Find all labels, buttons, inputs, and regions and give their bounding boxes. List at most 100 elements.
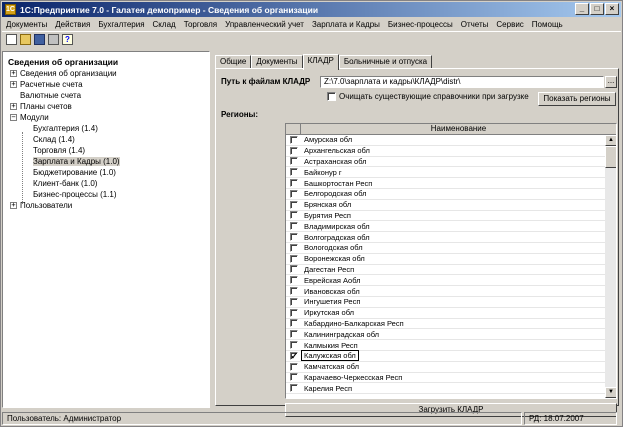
menu-item[interactable]: Бухгалтерия xyxy=(94,20,148,29)
region-checkbox[interactable] xyxy=(289,287,298,296)
scroll-down-icon[interactable]: ▼ xyxy=(605,387,616,398)
menu-item[interactable]: Сервис xyxy=(492,20,527,29)
region-checkbox[interactable] xyxy=(289,243,298,252)
region-checkbox[interactable] xyxy=(289,384,298,393)
region-checkbox[interactable] xyxy=(289,233,298,242)
tree-item[interactable]: − Модули xyxy=(3,112,209,123)
table-row[interactable]: Брянская обл xyxy=(286,200,616,211)
show-regions-button[interactable]: Показать регионы xyxy=(538,92,616,106)
tree-item[interactable]: Бюджетирование (1.0) xyxy=(3,167,209,178)
region-checkbox[interactable] xyxy=(289,276,298,285)
table-row[interactable]: Дагестан Респ xyxy=(286,265,616,276)
tab[interactable]: Больничные и отпуска xyxy=(338,55,433,69)
table-row[interactable]: Бурятия Респ xyxy=(286,211,616,222)
region-checkbox[interactable]: ✓ xyxy=(289,351,298,360)
region-checkbox[interactable] xyxy=(289,168,298,177)
open-icon[interactable] xyxy=(20,34,31,45)
menu-item[interactable]: Торговля xyxy=(180,20,221,29)
help-icon[interactable]: ? xyxy=(62,34,73,45)
table-row[interactable]: Карелия Респ xyxy=(286,383,616,395)
menu-item[interactable]: Бизнес-процессы xyxy=(384,20,457,29)
menu-item[interactable]: Управленческий учет xyxy=(221,20,308,29)
region-checkbox[interactable] xyxy=(289,200,298,209)
tab[interactable]: Документы xyxy=(251,55,303,69)
region-checkbox[interactable] xyxy=(289,222,298,231)
menu-item[interactable]: Действия xyxy=(51,20,94,29)
save-icon[interactable] xyxy=(34,34,45,45)
clear-directories-checkbox[interactable] xyxy=(327,92,336,101)
table-row[interactable]: Волгоградская обл xyxy=(286,232,616,243)
region-checkbox[interactable] xyxy=(289,297,298,306)
table-row[interactable]: Астраханская обл xyxy=(286,157,616,168)
menu-item[interactable]: Отчеты xyxy=(457,20,493,29)
tree-item[interactable]: Торговля (1.4) xyxy=(3,145,209,156)
tree-item[interactable]: Валютные счета xyxy=(3,90,209,101)
expand-icon[interactable]: + xyxy=(10,202,17,209)
close-button[interactable]: × xyxy=(605,3,619,15)
region-checkbox[interactable] xyxy=(289,211,298,220)
region-checkbox[interactable] xyxy=(289,146,298,155)
clear-directories-option[interactable]: Очищать существующие справочники при заг… xyxy=(327,92,529,101)
table-row[interactable]: Еврейская Аобл xyxy=(286,275,616,287)
vertical-scrollbar[interactable]: ▲ ▼ xyxy=(605,135,616,398)
scroll-up-icon[interactable]: ▲ xyxy=(605,135,616,146)
tree-item[interactable]: + Пользователи xyxy=(3,200,209,211)
menu-item[interactable]: Помощь xyxy=(528,20,567,29)
table-row[interactable]: Ингушетия Респ xyxy=(286,297,616,308)
tree-item[interactable]: Склад (1.4) xyxy=(3,134,209,145)
expand-icon[interactable]: + xyxy=(10,70,17,77)
table-row[interactable]: Воронежская обл xyxy=(286,254,616,265)
menu-item[interactable]: Документы xyxy=(2,20,51,29)
new-document-icon[interactable] xyxy=(6,34,17,45)
menu-item[interactable]: Зарплата и Кадры xyxy=(308,20,384,29)
region-checkbox[interactable] xyxy=(289,341,298,350)
table-row[interactable]: Байконур г xyxy=(286,167,616,179)
table-row[interactable]: Калмыкия Респ xyxy=(286,340,616,351)
region-checkbox[interactable] xyxy=(289,135,298,144)
tree-item[interactable]: + Планы счетов xyxy=(3,101,209,112)
region-checkbox[interactable] xyxy=(289,265,298,274)
tree-item[interactable]: Зарплата и Кадры (1.0) xyxy=(3,156,209,167)
tree-item[interactable]: + Сведения об организации xyxy=(3,68,209,79)
tree-item[interactable]: Клиент-банк (1.0) xyxy=(3,178,209,189)
table-row[interactable]: Карачаево-Черкесская Респ xyxy=(286,373,616,384)
tree-item[interactable]: + Расчетные счета xyxy=(3,79,209,90)
name-column-header[interactable]: Наименование xyxy=(301,124,616,134)
table-row[interactable]: Калининградская обл xyxy=(286,329,616,341)
table-row[interactable]: Ивановская обл xyxy=(286,286,616,297)
region-checkbox[interactable] xyxy=(289,157,298,166)
minimize-button[interactable]: _ xyxy=(575,3,589,15)
table-row[interactable]: Архангельская обл xyxy=(286,146,616,157)
region-checkbox[interactable] xyxy=(289,373,298,382)
kladr-path-input[interactable]: Z:\7.0\зарплата и кадры\КЛАДР\distr\ xyxy=(320,76,604,88)
expand-icon[interactable]: + xyxy=(10,81,17,88)
table-row[interactable]: Амурская обл xyxy=(286,135,616,146)
tab[interactable]: КЛАДР xyxy=(302,54,339,70)
region-checkbox[interactable] xyxy=(289,362,298,371)
tree-item[interactable]: Бухгалтерия (1.4) xyxy=(3,123,209,134)
table-row[interactable]: Вологодская обл xyxy=(286,243,616,254)
table-row[interactable]: Белгородская обл xyxy=(286,189,616,200)
scroll-thumb[interactable] xyxy=(605,146,616,168)
table-row[interactable]: Башкортостан Респ xyxy=(286,178,616,189)
table-row[interactable]: ✓ Калужская обл xyxy=(286,350,616,362)
expand-icon[interactable]: + xyxy=(10,103,17,110)
browse-button[interactable]: ... xyxy=(605,76,617,88)
region-checkbox[interactable] xyxy=(289,330,298,339)
region-checkbox[interactable] xyxy=(289,179,298,188)
table-row[interactable]: Кабардино-Балкарская Респ xyxy=(286,319,616,330)
tree-item[interactable]: Бизнес-процессы (1.1) xyxy=(3,189,209,200)
region-checkbox[interactable] xyxy=(289,319,298,328)
region-checkbox[interactable] xyxy=(289,189,298,198)
maximize-button[interactable]: □ xyxy=(590,3,604,15)
region-name: Калмыкия Респ xyxy=(304,340,358,350)
tab[interactable]: Общие xyxy=(215,55,252,69)
menu-item[interactable]: Склад xyxy=(149,20,180,29)
collapse-icon[interactable]: − xyxy=(10,114,17,121)
table-row[interactable]: Иркутская обл xyxy=(286,308,616,319)
table-row[interactable]: Владимирская обл xyxy=(286,221,616,233)
table-row[interactable]: Камчатская обл xyxy=(286,362,616,373)
print-icon[interactable] xyxy=(48,34,59,45)
region-checkbox[interactable] xyxy=(289,308,298,317)
region-checkbox[interactable] xyxy=(289,254,298,263)
